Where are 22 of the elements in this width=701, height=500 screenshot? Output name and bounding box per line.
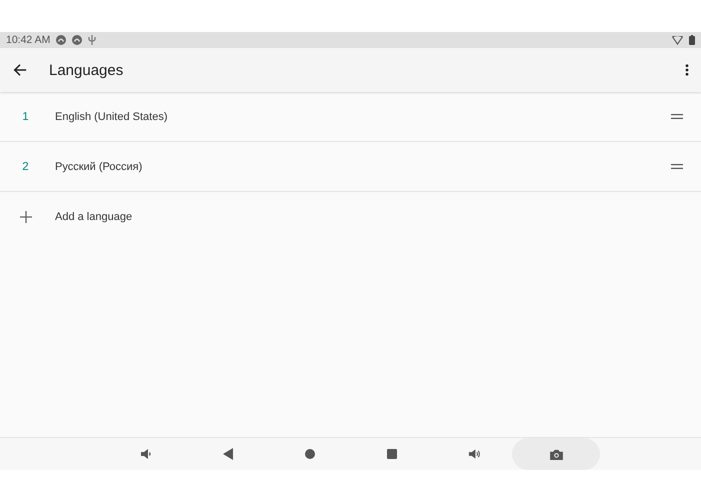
back-nav-icon[interactable] [223,448,233,460]
language-number: 2 [22,160,29,172]
language-number: 1 [22,110,29,122]
language-name[interactable]: English (United States) [55,110,671,122]
home-icon[interactable] [305,449,315,459]
status-time: 10:42 AM [6,34,50,46]
back-icon[interactable] [13,63,27,77]
usb-icon [88,35,96,45]
camera-icon[interactable] [550,448,562,460]
wifi-icon [672,36,683,44]
language-name[interactable]: Русский (Россия) [55,160,671,172]
notification-icon [72,35,82,45]
battery-icon [689,35,695,45]
add-language-label[interactable]: Add a language [55,210,701,222]
more-menu-icon[interactable] [685,64,689,76]
notification-icon [56,35,66,45]
drag-handle-icon[interactable] [671,114,683,119]
drag-handle-icon[interactable] [671,164,683,169]
page-title: Languages [49,62,124,78]
volume-up-icon[interactable] [468,448,480,460]
volume-down-icon[interactable] [140,448,152,460]
add-icon[interactable] [20,210,32,222]
